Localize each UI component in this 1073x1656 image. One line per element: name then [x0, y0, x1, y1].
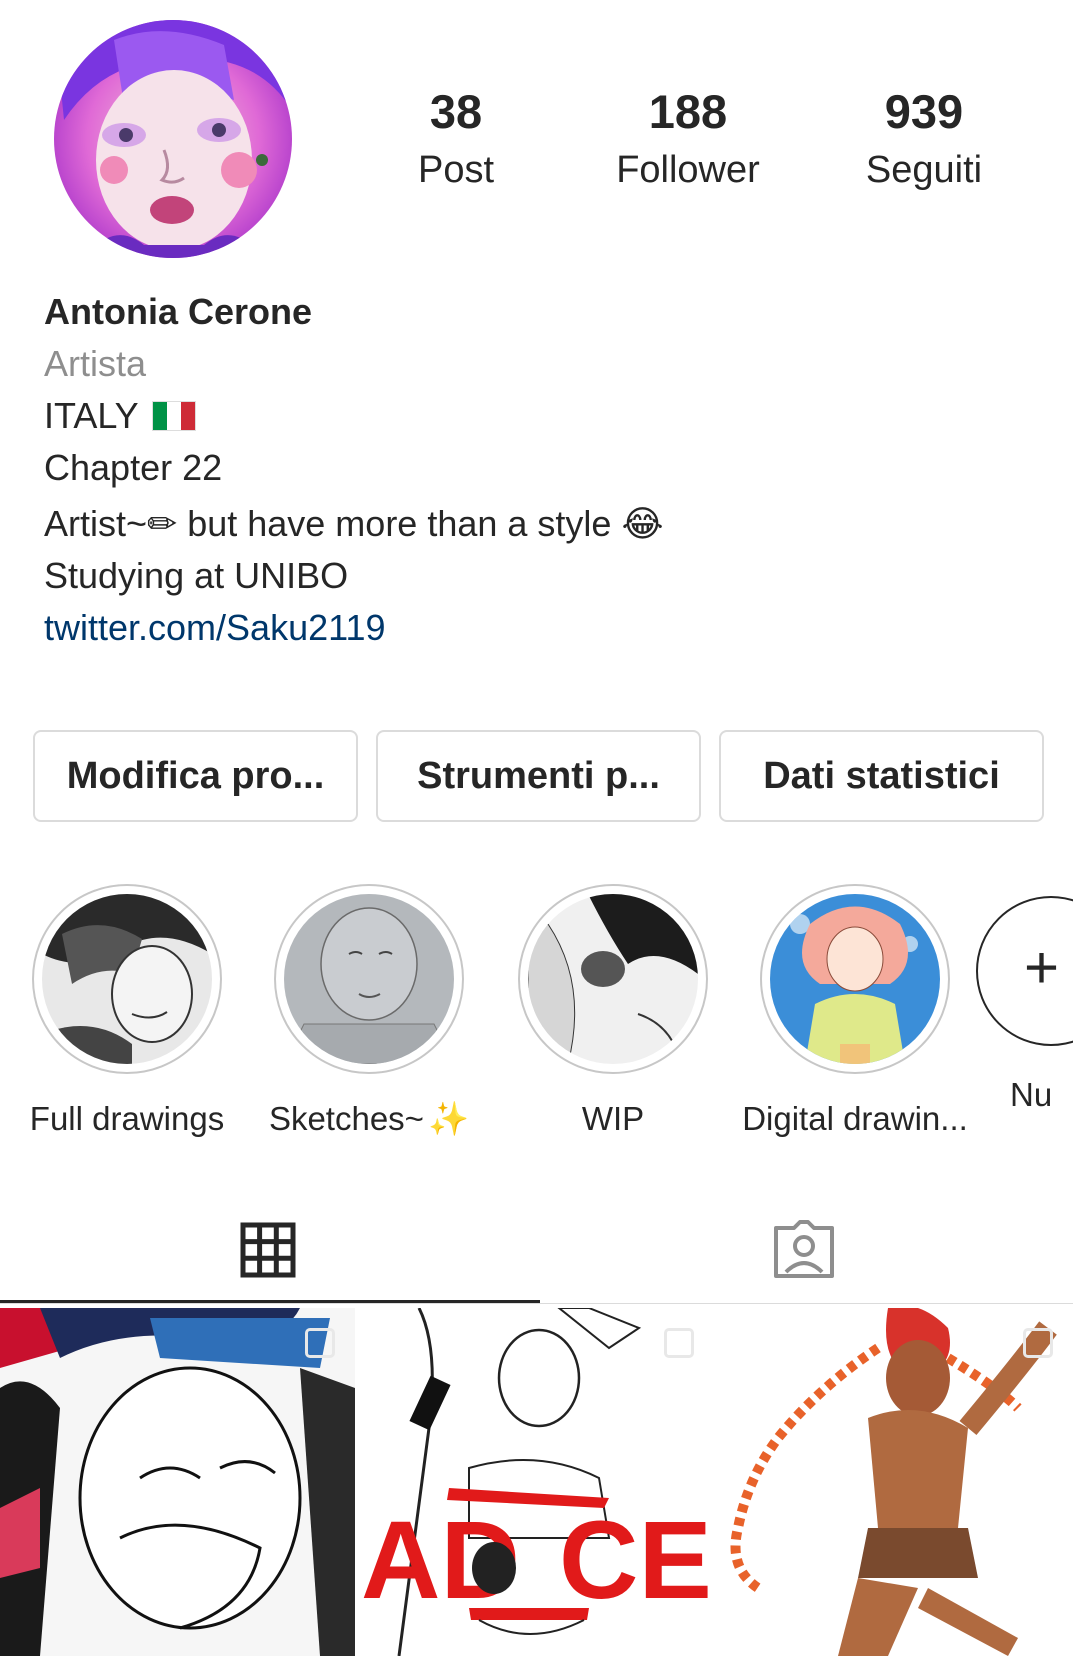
- tab-divider: [0, 1303, 1073, 1304]
- multiple-images-icon: [305, 1328, 335, 1358]
- tab-tagged[interactable]: [536, 1196, 1072, 1304]
- bio-line-country: ITALY: [44, 390, 1044, 442]
- highlight-new[interactable]: + Nu: [976, 884, 1073, 1114]
- post-thumbnail[interactable]: [718, 1308, 1073, 1656]
- tagged-person-icon: [774, 1220, 834, 1278]
- post-thumbnail[interactable]: [0, 1308, 355, 1656]
- profile-avatar[interactable]: [54, 20, 292, 258]
- tab-grid[interactable]: [0, 1196, 536, 1304]
- highlight-cover-image: [770, 894, 940, 1064]
- highlight-label: WIP: [581, 1100, 645, 1137]
- highlight-cover-ring: [760, 884, 950, 1074]
- highlight-cover-ring: [274, 884, 464, 1074]
- multiple-images-icon: [1023, 1328, 1053, 1358]
- followers-label: Follower: [616, 149, 760, 191]
- highlight-label: Sketches~ ✨: [246, 1100, 492, 1139]
- highlight-label: Nu: [1010, 1076, 1053, 1113]
- posts-stat[interactable]: 38 Post: [356, 82, 556, 198]
- highlight-cover-ring: [32, 884, 222, 1074]
- multiple-images-icon: [664, 1328, 694, 1358]
- posts-label: Post: [417, 149, 495, 191]
- highlight-label: Full drawings: [29, 1100, 225, 1137]
- profile-category: Artista: [44, 343, 147, 384]
- bio-country-text: ITALY: [44, 395, 139, 436]
- grid-icon: [240, 1222, 296, 1278]
- posts-count: 38: [429, 85, 483, 138]
- following-stat[interactable]: 939 Seguiti: [824, 82, 1024, 198]
- followers-stat[interactable]: 188 Follower: [588, 82, 788, 198]
- bio-link[interactable]: twitter.com/Saku2119: [44, 602, 1044, 654]
- professional-tools-button[interactable]: Strumenti p...: [376, 730, 701, 822]
- following-count: 939: [884, 85, 964, 138]
- highlight-full-drawings[interactable]: Full drawings: [4, 884, 250, 1138]
- highlight-wip[interactable]: WIP: [490, 884, 736, 1138]
- bio-line-studying: Studying at UNIBO: [44, 555, 349, 596]
- svg-text:CE: CE: [559, 1499, 712, 1622]
- insights-button[interactable]: Dati statistici: [719, 730, 1044, 822]
- highlight-label: Digital drawin...: [742, 1100, 968, 1137]
- highlight-digital-drawings[interactable]: Digital drawin...: [732, 884, 978, 1138]
- profile-name: Antonia Cerone: [44, 291, 313, 332]
- highlight-cover-image: [284, 894, 454, 1064]
- edit-profile-button[interactable]: Modifica pro...: [33, 730, 358, 822]
- highlight-cover-image: [528, 894, 698, 1064]
- highlight-sketches[interactable]: Sketches~ ✨: [246, 884, 492, 1139]
- bio-line-artist: Artist~✏ but have more than a style 😂: [44, 503, 664, 544]
- highlight-label-text: Sketches~: [268, 1100, 424, 1137]
- highlight-cover-image: [42, 894, 212, 1064]
- new-highlight-ring: +: [976, 896, 1073, 1046]
- following-label: Seguiti: [865, 149, 983, 191]
- followers-count: 188: [648, 85, 728, 138]
- highlight-cover-ring: [518, 884, 708, 1074]
- bio-line-chapter: Chapter 22: [44, 447, 223, 488]
- sparkles-icon: ✨: [427, 1100, 470, 1137]
- plus-icon: +: [1024, 934, 1060, 1001]
- post-thumbnail[interactable]: AD CE: [359, 1308, 714, 1656]
- profile-bio: Antonia Cerone Artista ITALY Chapter 22 …: [44, 286, 1044, 654]
- italy-flag-icon: [152, 401, 197, 431]
